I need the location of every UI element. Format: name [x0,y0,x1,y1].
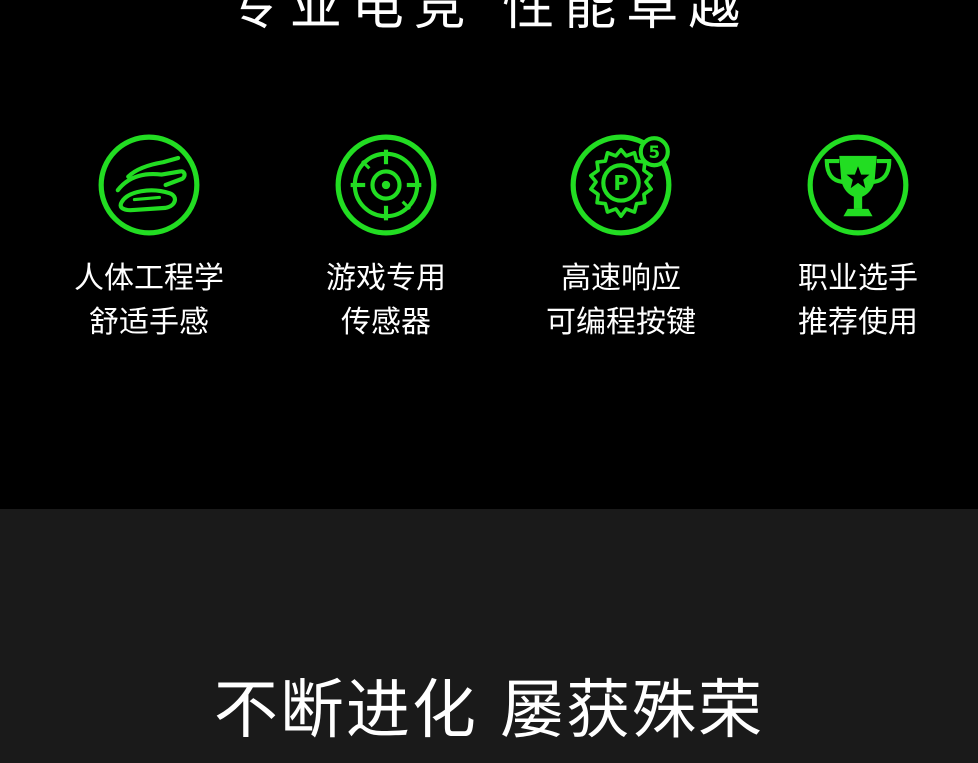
feature-label-line2: 舒适手感 [89,305,209,340]
feature-label: 人体工程学 舒适手感 [39,257,259,345]
hand-mouse-icon [98,134,200,236]
section-title-cut: 专业电竞 性能卓越 [227,0,751,37]
feature-label: 游戏专用 传感器 [276,257,496,345]
feature-sensor: 游戏专用 传感器 [276,133,496,345]
crosshair-sensor-icon [335,134,437,236]
feature-label-line1: 高速响应 [561,261,681,296]
feature-label-line2: 可编程按键 [546,305,696,340]
awards-section: 不断进化 屡获殊荣 [0,509,978,763]
feature-label-line2: 推荐使用 [798,305,918,340]
feature-label: 高速响应 可编程按键 [511,257,731,345]
feature-pro-recommended: 职业选手 推荐使用 [748,133,968,345]
feature-label-line2: 传感器 [341,305,431,340]
trophy-icon [807,134,909,236]
svg-text:P: P [613,171,628,195]
feature-section: 专业电竞 性能卓越 人体工程学 舒适手感 游戏专用 传感器 P 5 高速响应 可… [0,0,978,509]
badge-count: 5 [648,143,660,162]
feature-programmable: P 5 高速响应 可编程按键 [511,133,731,345]
feature-ergonomic: 人体工程学 舒适手感 [39,133,259,345]
awards-title: 不断进化 屡获殊荣 [213,674,765,748]
feature-label: 职业选手 推荐使用 [748,257,968,345]
programmable-gear-icon: P 5 [570,134,672,236]
feature-label-line1: 游戏专用 [326,261,446,296]
feature-label-line1: 人体工程学 [74,261,224,296]
feature-label-line1: 职业选手 [798,261,918,296]
